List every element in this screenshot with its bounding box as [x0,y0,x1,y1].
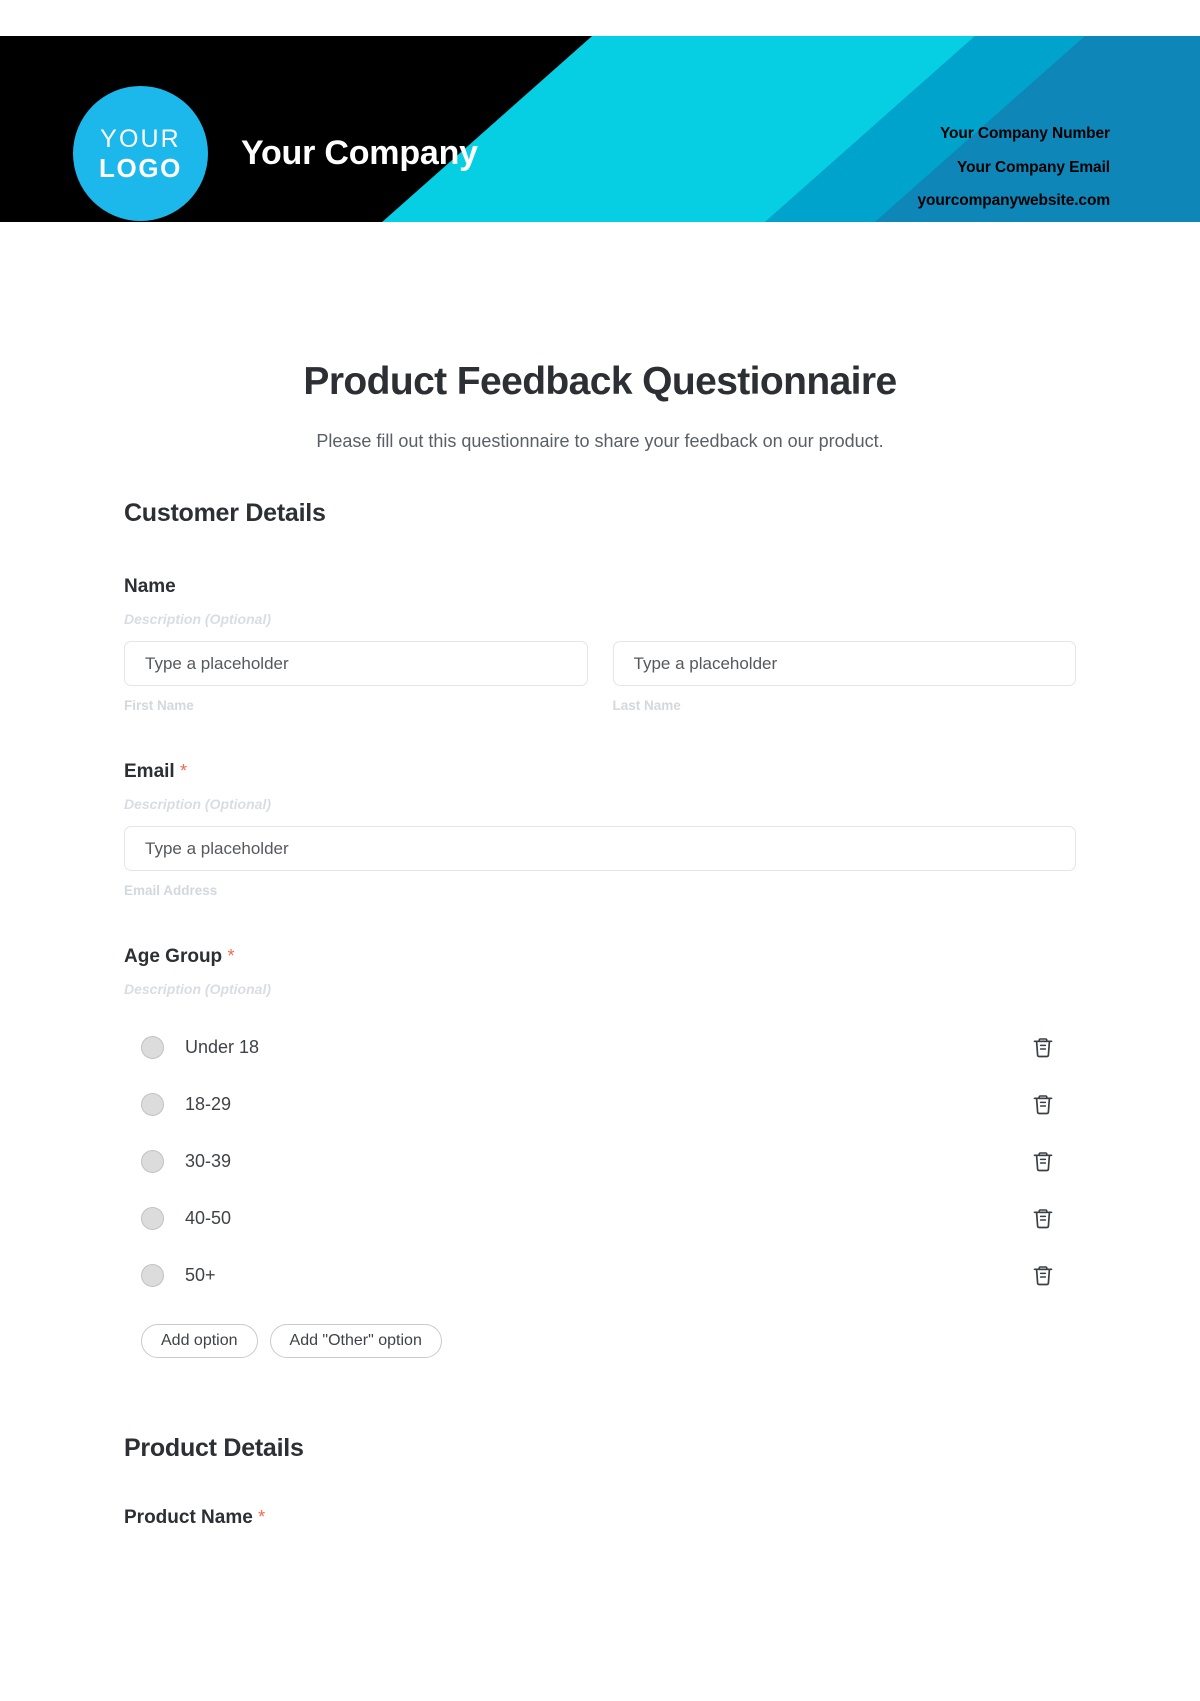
option-label: 50+ [185,1265,216,1285]
section-heading-product-details: Product Details [124,1434,304,1462]
page-title: Product Feedback Questionnaire [303,360,897,403]
delete-option-button[interactable] [1030,1092,1056,1118]
field-name: Name Description (Optional) First Name L… [124,576,1076,713]
add-option-button[interactable]: Add option [141,1324,258,1358]
email-column: Email Address [124,826,1076,898]
last-name-input[interactable] [612,641,1076,686]
contact-website: yourcompanywebsite.com [917,192,1111,209]
age-group-options: Under 18 18-29 30-39 40-50 50+ Add optio… [124,1019,1076,1358]
field-label-name-text: Name [124,576,176,597]
radio-icon[interactable] [141,1036,164,1059]
delete-option-button[interactable] [1030,1206,1056,1232]
field-label-age-group: Age Group * [124,946,1076,968]
email-input-row: Email Address [124,826,1076,898]
option-row[interactable]: 18-29 [124,1076,1076,1133]
field-label-age-group-text: Age Group [124,946,223,967]
add-other-option-button[interactable]: Add "Other" option [269,1324,442,1358]
first-name-input[interactable] [124,641,588,686]
trash-icon [1033,1038,1053,1058]
required-asterisk-email: * [179,761,187,781]
section-heading-customer-details: Customer Details [124,499,326,527]
required-asterisk-product-name: * [258,1507,266,1527]
field-description-name: Description (Optional) [124,611,271,627]
delete-option-button[interactable] [1030,1149,1056,1175]
trash-icon [1033,1266,1053,1286]
last-name-sub-label: Last Name [612,698,681,713]
page-header-banner: YOUR LOGO Your Company Your Company Numb… [0,36,1200,222]
radio-icon[interactable] [141,1150,164,1173]
radio-icon[interactable] [141,1093,164,1116]
header-contact-info: Your Company Number Your Company Email y… [917,125,1111,209]
contact-email: Your Company Email [957,158,1110,176]
email-sub-label: Email Address [124,883,218,898]
radio-icon[interactable] [141,1264,164,1287]
last-name-column: Last Name [612,641,1076,713]
delete-option-button[interactable] [1030,1263,1056,1289]
email-input[interactable] [124,826,1076,871]
company-name: Your Company [241,134,478,172]
option-row[interactable]: 50+ [124,1247,1076,1304]
required-asterisk-age-group: * [227,946,235,966]
field-label-email: Email * [124,761,1076,783]
form-body: Product Feedback Questionnaire Please fi… [0,360,1200,1529]
brand-block: YOUR LOGO Your Company [73,86,478,221]
logo-text-bottom: LOGO [99,152,182,183]
radio-icon[interactable] [141,1207,164,1230]
first-name-column: First Name [124,641,588,713]
trash-icon [1033,1209,1053,1229]
delete-option-button[interactable] [1030,1035,1056,1061]
add-option-controls: Add option Add "Other" option [141,1324,1076,1358]
name-input-row: First Name Last Name [124,641,1076,713]
page-subtitle: Please fill out this questionnaire to sh… [316,431,884,451]
option-label: 18-29 [185,1094,232,1114]
option-label: 40-50 [185,1208,232,1228]
logo: YOUR LOGO [73,86,208,221]
field-label-name: Name [124,576,1076,598]
field-description-email: Description (Optional) [124,796,271,812]
field-label-product-name-text: Product Name [124,1507,253,1528]
field-age-group: Age Group * Description (Optional) Under… [124,946,1076,1358]
field-email: Email * Description (Optional) Email Add… [124,761,1076,898]
trash-icon [1033,1095,1053,1115]
field-description-age-group: Description (Optional) [124,981,271,997]
field-label-product-name: Product Name * [124,1507,1076,1529]
option-label: 30-39 [185,1151,232,1171]
page-root: YOUR LOGO Your Company Your Company Numb… [0,36,1200,1701]
contact-phone: Your Company Number [939,125,1110,142]
field-label-email-text: Email [124,761,175,782]
option-row[interactable]: Under 18 [124,1019,1076,1076]
first-name-sub-label: First Name [124,698,194,713]
option-row[interactable]: 30-39 [124,1133,1076,1190]
trash-icon [1033,1152,1053,1172]
option-row[interactable]: 40-50 [124,1190,1076,1247]
logo-text-top: YOUR [100,124,181,153]
field-product-name: Product Name * [124,1507,1076,1529]
option-label: Under 18 [185,1037,260,1057]
